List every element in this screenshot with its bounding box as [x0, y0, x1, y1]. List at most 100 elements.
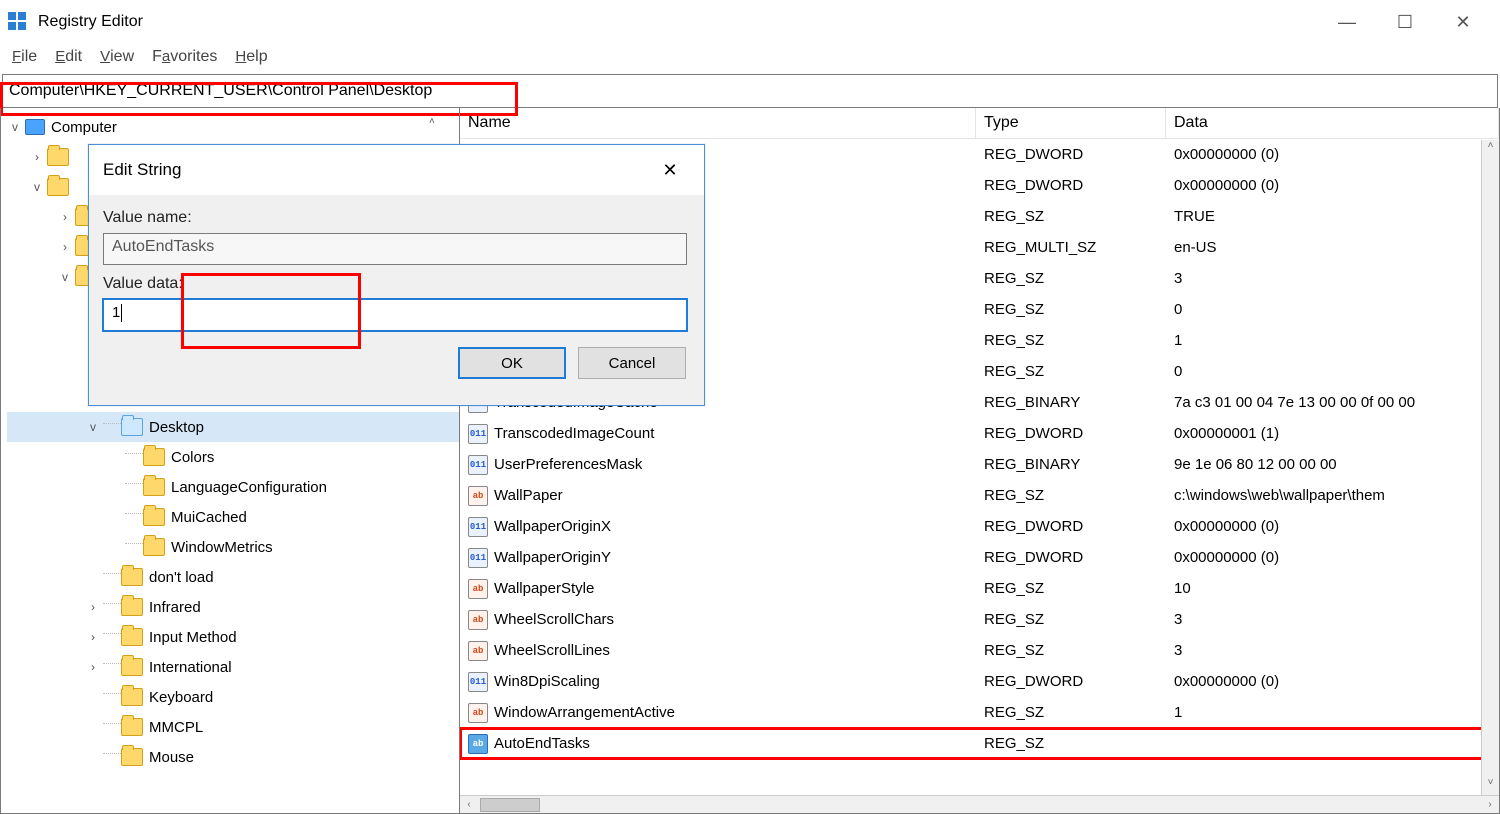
folder-icon	[47, 148, 69, 166]
tree-item-mouse[interactable]: Mouse	[7, 742, 459, 772]
value-name: WindowArrangementActive	[494, 704, 675, 721]
tree-item-infrared[interactable]: ›Infrared	[7, 592, 459, 622]
collapse-icon[interactable]: v	[29, 180, 45, 194]
value-name: Win8DpiScaling	[494, 673, 600, 690]
column-type[interactable]: Type	[976, 108, 1166, 138]
tree-branch-line	[103, 663, 121, 664]
binary-value-icon: 011	[468, 517, 488, 537]
value-type: REG_SZ	[976, 363, 1166, 380]
folder-icon	[143, 538, 165, 556]
value-type: REG_BINARY	[976, 456, 1166, 473]
value-type: REG_SZ	[976, 301, 1166, 318]
tree-item-inputmethod[interactable]: › Input Method	[7, 622, 459, 652]
value-row[interactable]: abWallPaperREG_SZc:\windows\web\wallpape…	[460, 480, 1499, 511]
expand-icon[interactable]: ›	[57, 240, 73, 254]
string-value-icon: ab	[468, 610, 488, 630]
scroll-left-icon[interactable]: ‹	[460, 799, 478, 810]
collapse-icon[interactable]: v	[7, 120, 23, 134]
string-value-icon: ab	[468, 486, 488, 506]
dialog-close-button[interactable]: ✕	[650, 155, 690, 185]
tree-item-desktop[interactable]: vDesktop	[7, 412, 459, 442]
string-value-icon: ab	[468, 703, 488, 723]
maximize-button[interactable]: ☐	[1376, 4, 1434, 40]
tree-item-label: LanguageConfiguration	[171, 479, 327, 496]
value-data: 0x00000000 (0)	[1166, 549, 1499, 566]
expand-icon[interactable]: ›	[29, 150, 45, 164]
expand-icon[interactable]: ›	[57, 210, 73, 224]
expand-icon[interactable]: ›	[85, 660, 101, 674]
tree-item-languageconfiguration[interactable]: LanguageConfiguration	[7, 472, 459, 502]
column-name[interactable]: Name	[460, 108, 976, 138]
value-data: 0x00000000 (0)	[1166, 146, 1499, 163]
value-name: WallPaper	[494, 487, 563, 504]
value-row[interactable]: 011WallpaperOriginYREG_DWORD0x00000000 (…	[460, 542, 1499, 573]
address-bar[interactable]: Computer\HKEY_CURRENT_USER\Control Panel…	[2, 74, 1498, 108]
tree-item-keyboard[interactable]: Keyboard	[7, 682, 459, 712]
value-type: REG_SZ	[976, 735, 1166, 752]
value-row[interactable]: abWallpaperStyleREG_SZ10	[460, 573, 1499, 604]
cancel-button[interactable]: Cancel	[578, 347, 686, 379]
value-data: 1	[1166, 704, 1499, 721]
menu-edit[interactable]: Edit	[55, 48, 82, 66]
value-data: 0x00000000 (0)	[1166, 518, 1499, 535]
tree-branch-line	[103, 603, 121, 604]
tree-item-label: Mouse	[149, 749, 194, 766]
menu-help[interactable]: Help	[235, 48, 267, 66]
dialog-titlebar[interactable]: Edit String ✕	[89, 145, 704, 195]
tree-item-mmcpl[interactable]: MMCPL	[7, 712, 459, 742]
menu-file[interactable]: File	[12, 48, 37, 66]
scroll-right-icon[interactable]: ›	[1481, 799, 1499, 810]
value-data: 0	[1166, 301, 1499, 318]
ok-button[interactable]: OK	[458, 347, 566, 379]
folder-icon	[143, 448, 165, 466]
titlebar: Registry Editor — ☐ ✕	[0, 0, 1500, 44]
value-data: 7a c3 01 00 04 7e 13 00 00 0f 00 00	[1166, 394, 1499, 411]
value-name: WheelScrollChars	[494, 611, 614, 628]
scroll-up-icon[interactable]: ˄	[1482, 140, 1499, 158]
folder-icon	[121, 688, 143, 706]
scroll-down-icon[interactable]: ˅	[1482, 777, 1499, 795]
value-row[interactable]: 011TranscodedImageCountREG_DWORD0x000000…	[460, 418, 1499, 449]
tree-item-windowmetrics[interactable]: WindowMetrics	[7, 532, 459, 562]
value-row[interactable]: 011UserPreferencesMaskREG_BINARY9e 1e 06…	[460, 449, 1499, 480]
folder-icon	[121, 658, 143, 676]
horizontal-scrollbar[interactable]: ‹ ›	[460, 795, 1499, 813]
expand-icon[interactable]: ›	[85, 600, 101, 614]
app-icon	[8, 12, 28, 32]
tree-item-label: Keyboard	[149, 689, 213, 706]
value-data: 1	[1166, 332, 1499, 349]
value-name-field[interactable]: AutoEndTasks	[103, 233, 687, 265]
menu-view[interactable]: View	[100, 48, 134, 66]
minimize-button[interactable]: —	[1318, 4, 1376, 40]
tree-item-muicached[interactable]: MuiCached	[7, 502, 459, 532]
close-button[interactable]: ✕	[1434, 4, 1492, 40]
folder-icon	[47, 178, 69, 196]
scroll-thumb[interactable]	[480, 798, 540, 812]
tree-item-colors[interactable]: Colors	[7, 442, 459, 472]
value-type: REG_SZ	[976, 642, 1166, 659]
value-row[interactable]: abAutoEndTasksREG_SZ	[460, 728, 1499, 759]
vertical-scrollbar[interactable]: ˄ ˅	[1481, 140, 1499, 795]
tree-root[interactable]: v Computer	[7, 112, 459, 142]
value-data: TRUE	[1166, 208, 1499, 225]
value-row[interactable]: abWindowArrangementActiveREG_SZ1	[460, 697, 1499, 728]
folder-icon	[121, 628, 143, 646]
tree-item-label: Input Method	[149, 629, 237, 646]
column-data[interactable]: Data	[1166, 108, 1499, 138]
tree-item-international[interactable]: ›International	[7, 652, 459, 682]
collapse-icon[interactable]: v	[85, 420, 101, 434]
collapse-icon[interactable]: v	[57, 270, 73, 284]
value-row[interactable]: abWheelScrollCharsREG_SZ3	[460, 604, 1499, 635]
value-data: 3	[1166, 642, 1499, 659]
menu-favorites[interactable]: Favorites	[152, 48, 217, 66]
tree-item-label: MMCPL	[149, 719, 203, 736]
app-title: Registry Editor	[38, 13, 143, 31]
tree-item-dontload[interactable]: don't load	[7, 562, 459, 592]
value-name: WallpaperStyle	[494, 580, 594, 597]
value-row[interactable]: 011WallpaperOriginXREG_DWORD0x00000000 (…	[460, 511, 1499, 542]
value-name: WheelScrollLines	[494, 642, 610, 659]
value-row[interactable]: 011Win8DpiScalingREG_DWORD0x00000000 (0)	[460, 666, 1499, 697]
expand-icon[interactable]: ›	[85, 630, 101, 644]
value-row[interactable]: abWheelScrollLinesREG_SZ3	[460, 635, 1499, 666]
value-data-field[interactable]: 1	[103, 299, 687, 331]
